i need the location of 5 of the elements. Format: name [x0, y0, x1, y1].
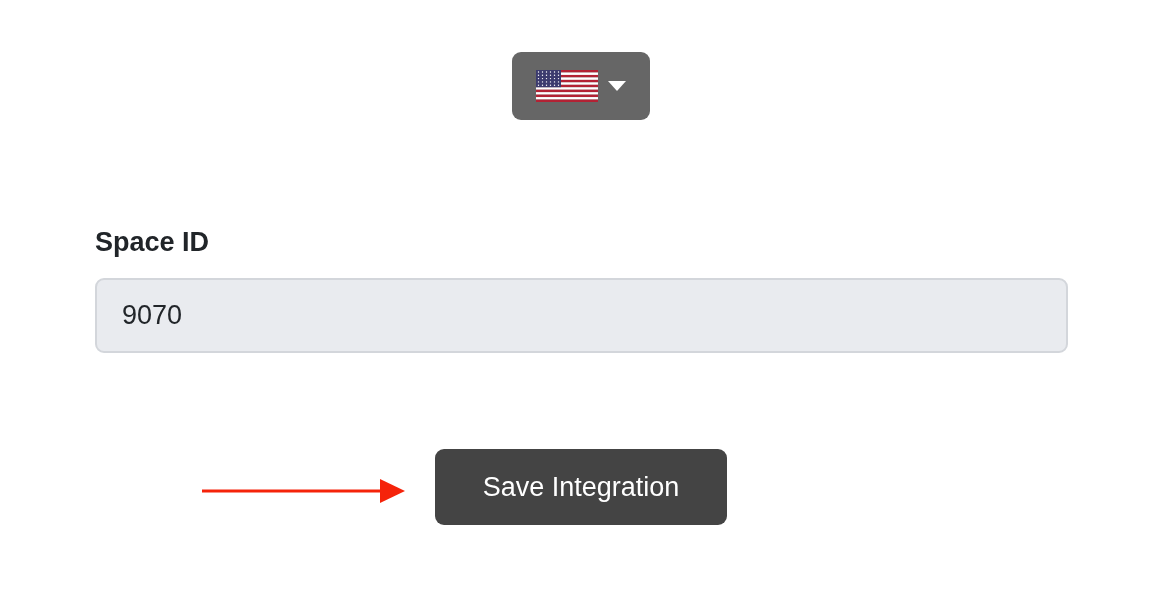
language-dropdown-button[interactable]	[512, 52, 650, 120]
caret-icon	[608, 81, 626, 91]
field-label: Space ID	[95, 226, 211, 259]
flag-icon	[536, 70, 598, 102]
save-button[interactable]: Save Integration	[435, 449, 727, 526]
